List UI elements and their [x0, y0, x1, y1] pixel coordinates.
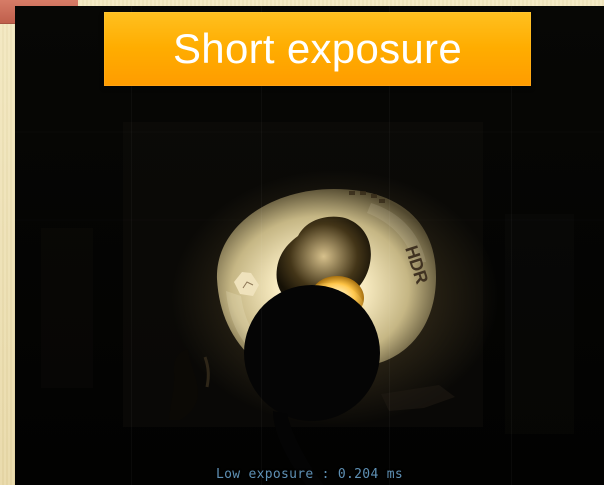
shade-dot-3 — [371, 194, 377, 198]
lamp-head-silhouette — [244, 285, 380, 421]
shade-dot-1 — [349, 191, 355, 195]
shade-dot-4 — [379, 199, 385, 203]
right-furniture-shadow — [505, 214, 574, 434]
shade-dot-2 — [360, 191, 366, 195]
slide-title: Short exposure — [172, 25, 463, 72]
exposure-caption: Low exposure : 0.204 ms — [216, 467, 403, 482]
title-banner: Short exposure — [104, 12, 531, 86]
left-furniture-shadow — [41, 228, 93, 388]
